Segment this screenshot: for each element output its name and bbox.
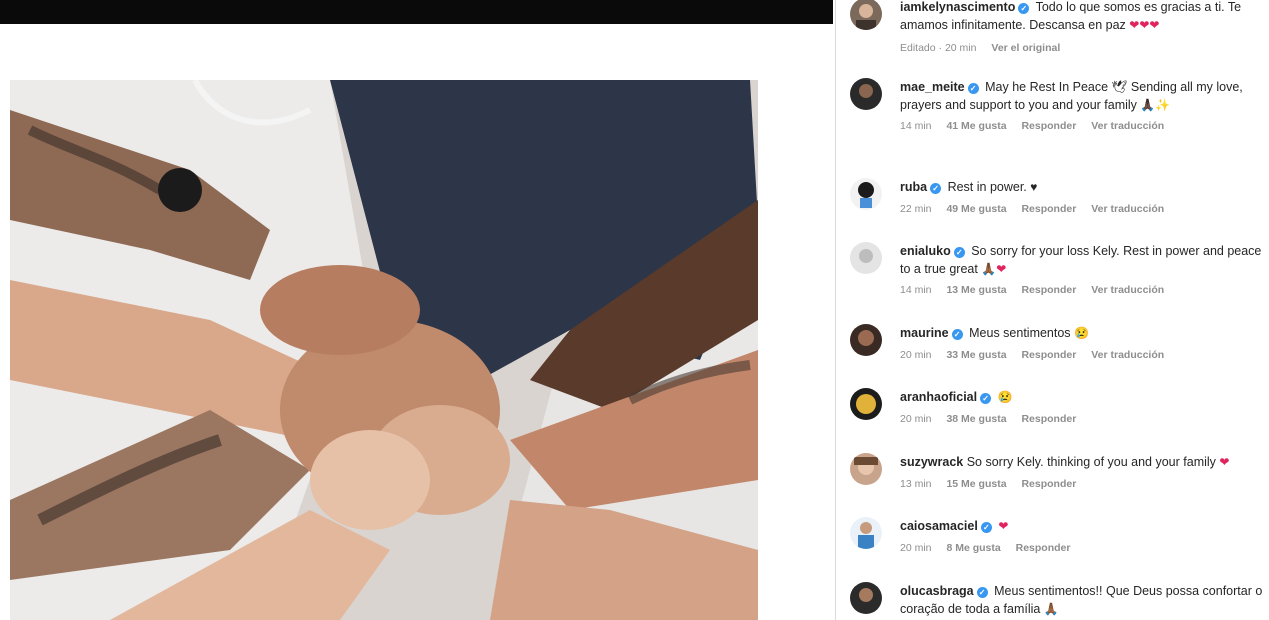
- comment-emoji: 😢: [1074, 326, 1089, 340]
- verified-badge-icon: ✓: [967, 83, 979, 94]
- avatar[interactable]: [850, 324, 882, 356]
- reply-button[interactable]: Responder: [1021, 413, 1076, 425]
- comment-text: Meus sentimentos: [969, 326, 1071, 340]
- avatar-image: [850, 453, 882, 485]
- comment-emoji: 🙏🏿✨: [1140, 98, 1171, 112]
- comment-text: Rest in power.: [947, 180, 1027, 194]
- comment-username[interactable]: olucasbraga: [900, 584, 974, 598]
- hands-photo-illustration: [10, 80, 758, 620]
- reply-button[interactable]: Responder: [1021, 349, 1076, 361]
- avatar-image: [850, 517, 882, 549]
- comment-time: 13 min: [900, 478, 932, 490]
- avatar-image: [850, 178, 882, 210]
- see-translation-link[interactable]: Ver traducción: [1091, 284, 1164, 296]
- avatar-image: [850, 242, 882, 274]
- avatar-image: [850, 78, 882, 110]
- verified-badge-icon: ✓: [976, 587, 988, 598]
- reply-button[interactable]: Responder: [1021, 203, 1076, 215]
- avatar[interactable]: [850, 582, 882, 614]
- comments-panel: iamkelynascimento ✓ Todo lo que somos es …: [836, 0, 1269, 620]
- avatar-image: [850, 324, 882, 356]
- like-count[interactable]: 38 Me gusta: [946, 413, 1006, 425]
- comment-username[interactable]: suzywrack: [900, 455, 963, 469]
- comment-text: So sorry Kely. thinking of you and your …: [966, 455, 1216, 469]
- like-count[interactable]: 49 Me gusta: [946, 203, 1006, 215]
- reply-button[interactable]: Responder: [1021, 284, 1076, 296]
- comment-username[interactable]: caiosamaciel: [900, 519, 978, 533]
- avatar[interactable]: [850, 388, 882, 420]
- see-translation-link[interactable]: Ver traducción: [1091, 203, 1164, 215]
- like-count[interactable]: 8 Me gusta: [946, 542, 1000, 554]
- verified-badge-icon: ✓: [951, 329, 963, 340]
- see-translation-link[interactable]: Ver traducción: [1091, 349, 1164, 361]
- comment-time: 22 min: [900, 203, 932, 215]
- comment-emoji: ❤❤❤: [1129, 18, 1160, 32]
- see-original-link[interactable]: Ver el original: [991, 42, 1060, 54]
- comment-time: 20 min: [900, 349, 932, 361]
- avatar[interactable]: [850, 242, 882, 274]
- top-bar: [0, 0, 833, 24]
- see-translation-link[interactable]: Ver traducción: [1091, 120, 1164, 132]
- comment-emoji: 🙏🏾: [1043, 602, 1059, 616]
- avatar-image: [850, 582, 882, 614]
- comment-time: 20 min: [900, 542, 932, 554]
- avatar[interactable]: [850, 517, 882, 549]
- comment-username[interactable]: iamkelynascimento: [900, 0, 1015, 14]
- avatar[interactable]: [850, 0, 882, 30]
- comment-time: 20 min: [900, 413, 932, 425]
- like-count[interactable]: 41 Me gusta: [946, 120, 1006, 132]
- avatar-image: [850, 388, 882, 420]
- comment-username[interactable]: maurine: [900, 326, 949, 340]
- comment-time: 14 min: [900, 284, 932, 296]
- comment-emoji: 😢: [997, 390, 1013, 404]
- like-count[interactable]: 15 Me gusta: [946, 478, 1006, 490]
- comment-username[interactable]: mae_meite: [900, 80, 965, 94]
- comment-emoji: ❤: [998, 519, 1009, 533]
- avatar[interactable]: [850, 78, 882, 110]
- comment-username[interactable]: aranhaoficial: [900, 390, 977, 404]
- comment-username[interactable]: enialuko: [900, 244, 951, 258]
- reply-button[interactable]: Responder: [1021, 478, 1076, 490]
- comment-emoji: ❤: [1219, 455, 1230, 469]
- comment-emoji: 🙏🏾❤: [981, 262, 1007, 276]
- reply-button[interactable]: Responder: [1016, 542, 1071, 554]
- avatar[interactable]: [850, 178, 882, 210]
- post-photo[interactable]: [10, 80, 758, 620]
- comment-time: 14 min: [900, 120, 932, 132]
- verified-badge-icon: ✓: [953, 247, 965, 258]
- like-count[interactable]: 13 Me gusta: [946, 284, 1006, 296]
- verified-badge-icon: ✓: [980, 393, 992, 404]
- avatar[interactable]: [850, 453, 882, 485]
- verified-badge-icon: ✓: [1018, 3, 1030, 14]
- verified-badge-icon: ✓: [980, 522, 992, 533]
- like-count[interactable]: 33 Me gusta: [946, 349, 1006, 361]
- verified-badge-icon: ✓: [930, 183, 942, 194]
- comment-username[interactable]: ruba: [900, 180, 927, 194]
- reply-button[interactable]: Responder: [1021, 120, 1076, 132]
- avatar-image: [850, 0, 882, 30]
- comment-emoji: ♥: [1030, 180, 1038, 194]
- comment-time: Editado · 20 min: [900, 42, 977, 54]
